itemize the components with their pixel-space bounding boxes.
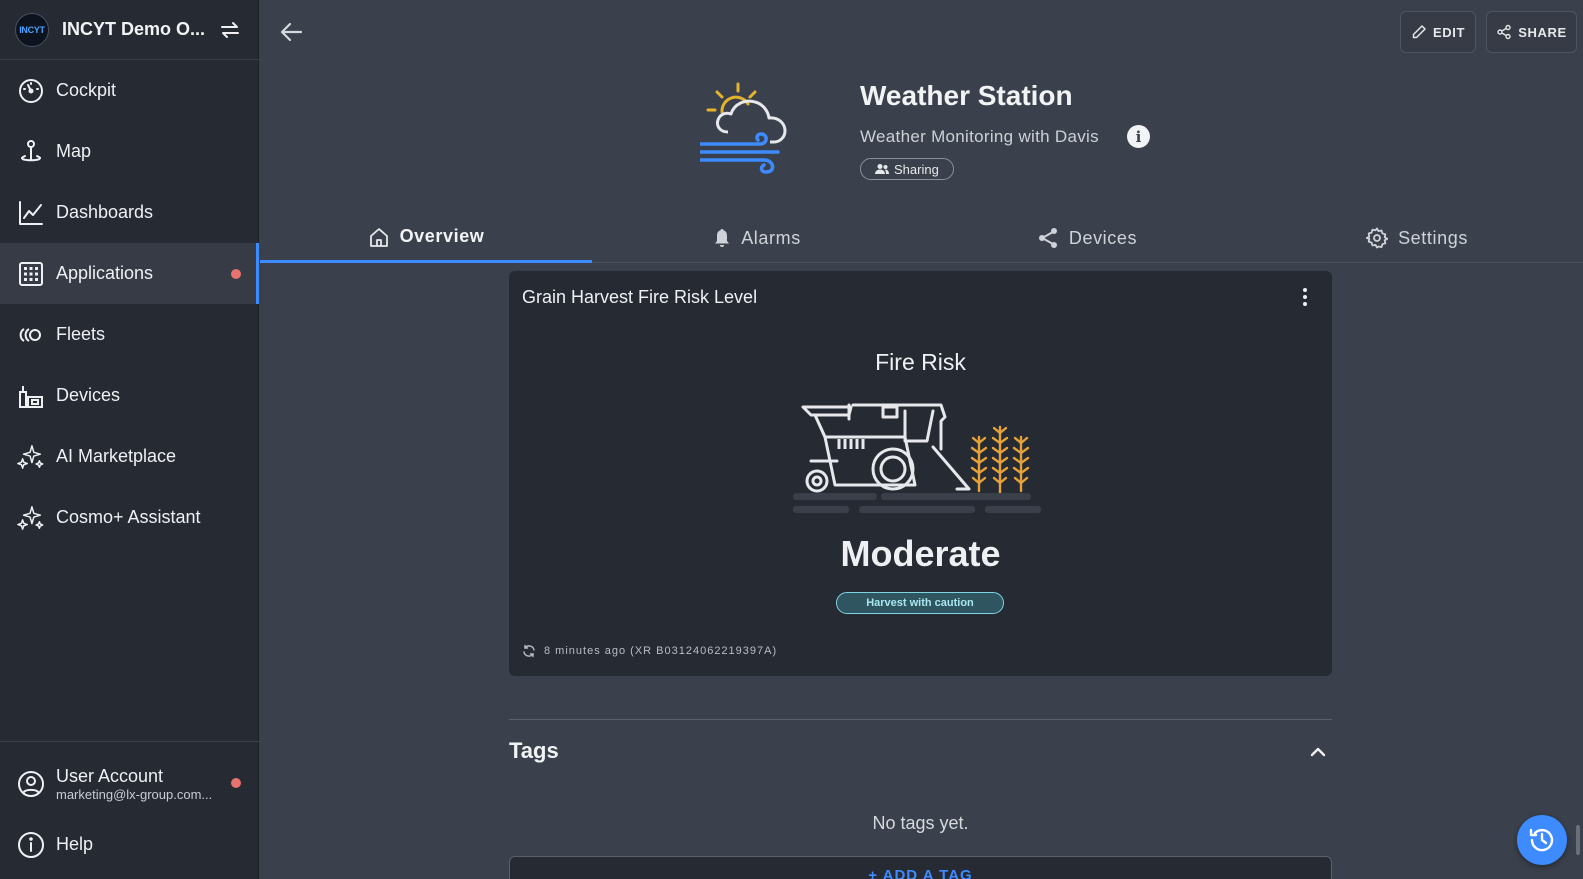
users-icon	[875, 164, 889, 174]
sparkles-icon	[17, 443, 45, 471]
last-updated-text: 8 minutes ago (XR B03124062219397A)	[544, 645, 778, 657]
user-circle-icon	[17, 770, 45, 798]
share-button[interactable]: SHARE	[1486, 11, 1577, 53]
sharing-label: Sharing	[894, 161, 939, 177]
sidebar-divider	[0, 741, 259, 742]
scrollbar[interactable]	[1576, 825, 1580, 855]
widget-title: Grain Harvest Fire Risk Level	[522, 287, 758, 307]
fleets-icon	[17, 321, 45, 349]
tab-label: Overview	[399, 226, 485, 246]
org-switcher[interactable]: INCYT INCYT Demo O...	[0, 0, 259, 60]
add-tag-button[interactable]: + ADD A TAG	[509, 856, 1332, 879]
user-email: marketing@lx-group.com...	[56, 787, 213, 802]
kebab-menu-icon[interactable]	[1293, 285, 1317, 309]
map-pin-icon	[17, 138, 45, 166]
chevron-up-icon[interactable]	[1306, 740, 1330, 764]
sidebar: INCYT INCYT Demo O... Cockpit Map Dashbo…	[0, 0, 259, 879]
sidebar-item-label: Applications	[56, 263, 154, 283]
sidebar-item-cockpit[interactable]: Cockpit	[0, 60, 259, 121]
swap-arrows-icon[interactable]	[218, 18, 242, 42]
back-arrow-icon[interactable]	[278, 18, 306, 46]
edit-button[interactable]: EDIT	[1400, 11, 1476, 53]
sidebar-item-label: Map	[56, 141, 92, 161]
sidebar-item-fleets[interactable]: Fleets	[0, 304, 259, 365]
org-logo: INCYT	[15, 12, 49, 47]
page-title: Weather Station	[860, 80, 1073, 111]
sidebar-item-label: Cockpit	[56, 80, 117, 100]
pencil-icon	[1412, 25, 1426, 39]
edit-label: EDIT	[1432, 24, 1465, 40]
page-subtitle: Weather Monitoring with Davis	[860, 127, 1099, 146]
fire-risk-level: Moderate	[840, 533, 1001, 574]
harvest-advice-badge: Harvest with caution	[836, 592, 1004, 614]
gear-icon	[1366, 227, 1389, 249]
sidebar-item-applications[interactable]: Applications	[0, 243, 259, 304]
tab-settings[interactable]: Settings	[1252, 213, 1582, 263]
sidebar-item-label: Devices	[56, 385, 121, 405]
devices-icon	[17, 382, 45, 410]
sharing-badge[interactable]: Sharing	[860, 158, 954, 180]
info-circle-icon	[17, 831, 45, 859]
tab-bar: Overview Alarms Devices Settings	[260, 213, 1583, 263]
weather-app-icon	[700, 82, 787, 174]
sidebar-item-label: Help	[56, 834, 94, 854]
info-icon[interactable]: i	[1127, 125, 1150, 148]
history-button[interactable]	[1517, 815, 1567, 865]
fire-risk-heading: Fire Risk	[875, 349, 966, 375]
sidebar-item-label: Dashboards	[56, 202, 154, 222]
sidebar-item-label: AI Marketplace	[56, 446, 177, 466]
tags-divider	[509, 719, 1332, 720]
sidebar-item-dashboards[interactable]: Dashboards	[0, 182, 259, 243]
line-chart-icon	[17, 199, 45, 227]
fire-risk-widget: Grain Harvest Fire Risk Level Fire Risk	[509, 271, 1332, 676]
share-nodes-icon	[1497, 24, 1511, 40]
sparkles-icon	[17, 504, 45, 532]
org-name: INCYT Demo O...	[62, 19, 206, 39]
sidebar-item-devices[interactable]: Devices	[0, 365, 259, 426]
combine-harvester-icon	[793, 403, 1041, 513]
sidebar-item-cosmo-assistant[interactable]: Cosmo+ Assistant	[0, 487, 259, 548]
last-updated: 8 minutes ago (XR B03124062219397A)	[522, 644, 777, 658]
refresh-icon	[523, 644, 535, 658]
sidebar-item-help[interactable]: Help	[0, 814, 259, 875]
tab-overview[interactable]: Overview	[260, 213, 592, 263]
bell-icon	[715, 229, 730, 247]
sidebar-item-user-account[interactable]: User Account marketing@lx-group.com...	[0, 752, 259, 816]
home-icon	[369, 227, 388, 247]
tags-empty-message: No tags yet.	[872, 813, 969, 833]
sidebar-item-label: Fleets	[56, 324, 106, 344]
sidebar-item-map[interactable]: Map	[0, 121, 259, 182]
tab-label: Alarms	[741, 227, 801, 248]
history-icon	[1529, 828, 1554, 852]
gauge-icon	[17, 77, 45, 105]
tab-alarms[interactable]: Alarms	[592, 213, 922, 263]
tab-devices[interactable]: Devices	[922, 213, 1252, 263]
grid-icon	[17, 260, 45, 288]
share-label: SHARE	[1518, 24, 1567, 40]
tab-label: Settings	[1398, 227, 1468, 248]
tab-label: Devices	[1068, 227, 1138, 248]
notification-dot	[231, 269, 241, 279]
user-account-label: User Account	[56, 766, 164, 786]
share-nodes-icon	[1038, 228, 1057, 248]
sidebar-item-label: Cosmo+ Assistant	[56, 507, 201, 527]
sidebar-item-ai-marketplace[interactable]: AI Marketplace	[0, 426, 259, 487]
notification-dot	[231, 778, 241, 788]
tags-title: Tags	[509, 738, 559, 763]
